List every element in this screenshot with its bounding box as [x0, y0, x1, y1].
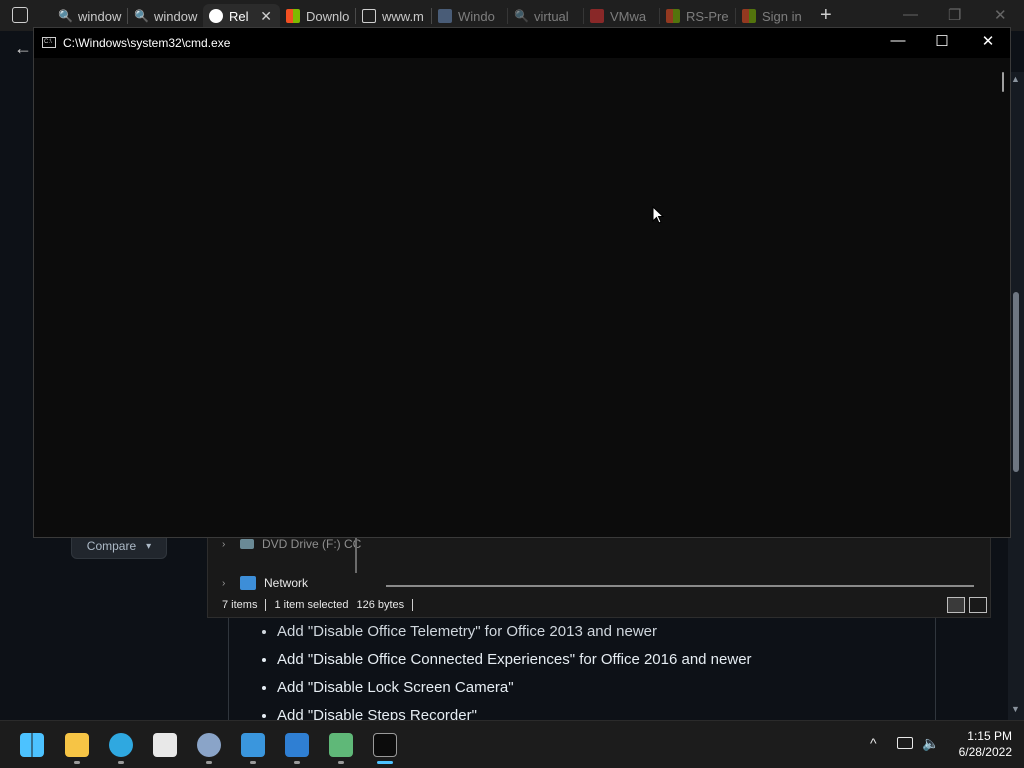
photos-icon[interactable]	[285, 733, 309, 757]
running-indicator	[74, 761, 80, 764]
chevron-right-icon[interactable]: ›	[222, 578, 232, 589]
dvd-drive-label: DVD Drive (F:) CC	[262, 537, 362, 551]
scrollbar-thumb[interactable]	[1013, 292, 1019, 472]
close-button[interactable]: ✕	[978, 32, 998, 52]
active-indicator	[377, 761, 393, 764]
dvd-drive-icon	[240, 539, 254, 549]
tray-overflow-chevron-icon[interactable]: ^	[870, 735, 877, 751]
network-icon	[240, 576, 256, 590]
close-tab-icon[interactable]: ✕	[260, 8, 272, 25]
chevron-right-icon[interactable]: ›	[222, 539, 232, 550]
tab-vmwa[interactable]: VMwa	[584, 4, 660, 28]
microsoft-icon	[286, 9, 300, 23]
tab-label: window	[78, 8, 122, 24]
status-size: 126 bytes	[356, 599, 405, 611]
tab-label: Sign in	[762, 8, 802, 24]
pane-divider[interactable]	[355, 537, 357, 573]
cmd-icon: C:\	[42, 37, 56, 48]
file-explorer-icon[interactable]	[65, 733, 89, 757]
clock-date: 6/28/2022	[958, 745, 1012, 759]
tab-label: Rel	[229, 8, 249, 24]
search-icon: 🔍	[514, 9, 529, 23]
running-indicator	[118, 761, 124, 764]
tab-www[interactable]: www.m	[356, 4, 432, 28]
vm-icon	[590, 9, 604, 23]
status-selected: 1 item selected	[274, 599, 349, 611]
microsoft-icon	[666, 9, 680, 23]
tab-label: www.m	[382, 8, 424, 24]
search-icon: 🔍	[134, 9, 149, 23]
notepad-icon[interactable]	[241, 733, 265, 757]
document-icon	[362, 9, 376, 23]
github-icon	[209, 9, 223, 23]
tab-actions-icon[interactable]	[12, 7, 28, 23]
mouse-cursor-icon	[652, 206, 664, 224]
volume-muted-icon[interactable]: 🔈	[922, 735, 939, 752]
tab-label: window	[154, 8, 198, 24]
microsoft-icon	[742, 9, 756, 23]
minimize-button[interactable]: —	[888, 32, 908, 52]
tab-label: RS-Pre	[686, 8, 729, 24]
cmd-window[interactable]: C:\ C:\Windows\system32\cmd.exe — ☐ ✕	[33, 27, 1011, 538]
maximize-button[interactable]: ☐	[932, 32, 952, 52]
status-bar: 7 items 1 item selected 126 bytes	[222, 599, 414, 611]
cmd-taskbar-icon[interactable]	[373, 733, 397, 757]
nav-item-network[interactable]: › Network	[222, 576, 308, 590]
file-explorer-window: › DVD Drive (F:) CC › Network 7 items 1 …	[207, 537, 991, 618]
tab-rs-pre[interactable]: RS-Pre	[660, 4, 736, 28]
network-status-icon[interactable]	[897, 737, 913, 749]
start-icon[interactable]	[20, 733, 44, 757]
tab-label: VMwa	[610, 8, 647, 24]
compare-label: Compare	[86, 539, 137, 553]
tab-label: Downlo	[306, 8, 350, 24]
edge-icon[interactable]	[109, 733, 133, 757]
browser-close-button[interactable]: ✕	[994, 6, 1007, 24]
clock[interactable]: 1:15 PM 6/28/2022	[948, 728, 1012, 760]
release-notes: Add "Disable Office Telemetry" for Offic…	[228, 618, 936, 724]
tab-active-rel[interactable]: Rel ✕	[203, 4, 280, 28]
scroll-up-icon[interactable]: ▲	[1011, 74, 1020, 84]
running-indicator	[250, 761, 256, 764]
status-item-count: 7 items	[222, 599, 258, 611]
nav-item-dvd-drive[interactable]: › DVD Drive (F:) CC	[222, 537, 361, 551]
app-icon[interactable]	[329, 733, 353, 757]
cmd-scrollbar[interactable]	[1002, 72, 1004, 92]
running-indicator	[206, 761, 212, 764]
running-indicator	[294, 761, 300, 764]
list-item: Add "Disable Lock Screen Camera"	[277, 674, 935, 702]
cmd-title: C:\Windows\system32\cmd.exe	[63, 36, 231, 50]
cmd-titlebar[interactable]: C:\ C:\Windows\system32\cmd.exe — ☐ ✕	[34, 28, 1010, 58]
caret-down-icon: ▾	[146, 540, 152, 552]
tab-window-1[interactable]: 🔍 window	[52, 4, 128, 28]
scroll-down-icon[interactable]: ▼	[1011, 704, 1020, 714]
tab-window-2[interactable]: 🔍 window	[128, 4, 203, 28]
list-item: Add "Disable Office Telemetry" for Offic…	[277, 618, 935, 646]
taskbar: ^ 🔈 1:15 PM 6/28/2022	[0, 720, 1024, 768]
clock-time: 1:15 PM	[967, 729, 1012, 743]
browser-restore-button[interactable]: ❐	[948, 6, 961, 24]
tab-virtual[interactable]: 🔍 virtual	[508, 4, 584, 28]
new-tab-button[interactable]: +	[820, 4, 832, 27]
horizontal-scrollbar[interactable]	[386, 585, 974, 587]
tab-label: virtual	[534, 8, 569, 24]
details-view-icon[interactable]	[947, 597, 965, 613]
status-divider	[265, 599, 267, 611]
tab-windo[interactable]: Windo	[432, 4, 508, 28]
search-icon: 🔍	[58, 9, 73, 23]
settings-icon[interactable]	[197, 733, 221, 757]
large-icons-view-icon[interactable]	[969, 597, 987, 613]
tab-sign-in[interactable]: Sign in	[736, 4, 812, 28]
tab-label: Windo	[458, 8, 495, 24]
s-icon	[438, 9, 452, 23]
tab-downlo[interactable]: Downlo	[280, 4, 356, 28]
browser-minimize-button[interactable]: —	[903, 6, 918, 23]
status-divider	[412, 599, 414, 611]
store-icon[interactable]	[153, 733, 177, 757]
running-indicator	[338, 761, 344, 764]
list-item: Add "Disable Office Connected Experience…	[277, 646, 935, 674]
network-label: Network	[264, 576, 309, 590]
